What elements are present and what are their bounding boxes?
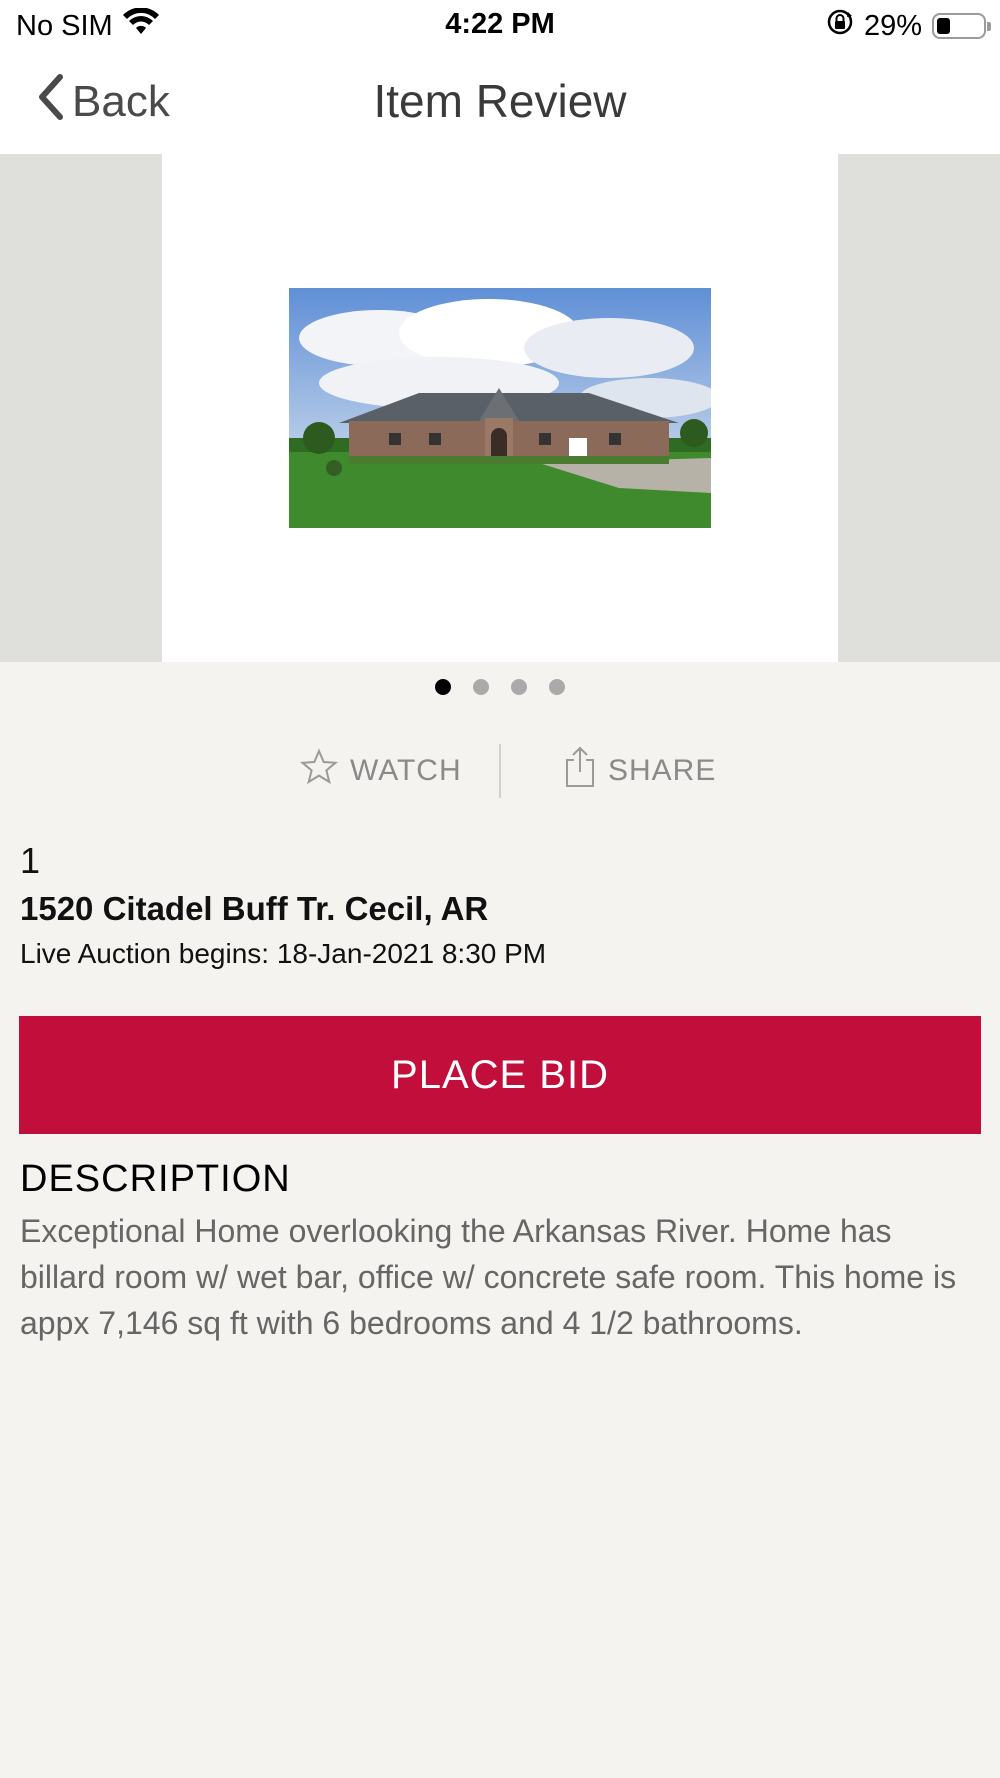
description-heading: DESCRIPTION	[20, 1158, 291, 1200]
watch-label: WATCH	[350, 754, 462, 787]
star-outline-icon	[299, 748, 339, 794]
page-dot[interactable]	[549, 679, 565, 695]
navigation-bar: Back Item Review	[0, 52, 1000, 154]
status-bar: No SIM 4:22 PM 29%	[0, 0, 1000, 52]
image-gallery[interactable]	[0, 154, 1000, 662]
action-divider	[499, 744, 501, 798]
page-dot[interactable]	[511, 679, 527, 695]
item-actions: WATCH SHARE	[0, 744, 1000, 798]
page-dot[interactable]	[473, 679, 489, 695]
battery-percent: 29%	[863, 9, 922, 42]
page-title: Item Review	[373, 75, 627, 127]
description-body: Exceptional Home overlooking the Arkansa…	[20, 1213, 957, 1341]
watch-button[interactable]: WATCH	[299, 744, 462, 798]
lot-number: 1	[20, 840, 41, 881]
battery-fill	[937, 18, 950, 34]
status-right: 29%	[826, 8, 991, 44]
house-photo	[289, 288, 711, 528]
gallery-pagination	[0, 679, 1000, 695]
battery-icon	[932, 13, 991, 39]
gallery-slide[interactable]	[162, 154, 838, 662]
place-bid-button[interactable]: PLACE BID	[19, 1016, 981, 1134]
share-icon	[564, 746, 596, 796]
page-dot[interactable]	[435, 679, 451, 695]
share-label: SHARE	[608, 754, 717, 787]
item-title: 1520 Citadel Buff Tr. Cecil, AR	[20, 890, 489, 927]
share-button[interactable]: SHARE	[564, 744, 716, 798]
auction-start-time: Live Auction begins: 18-Jan-2021 8:30 PM	[20, 938, 547, 969]
rotation-lock-icon	[826, 8, 854, 44]
item-review-screen: No SIM 4:22 PM 29% Back Item Review WATC…	[0, 0, 1000, 1778]
